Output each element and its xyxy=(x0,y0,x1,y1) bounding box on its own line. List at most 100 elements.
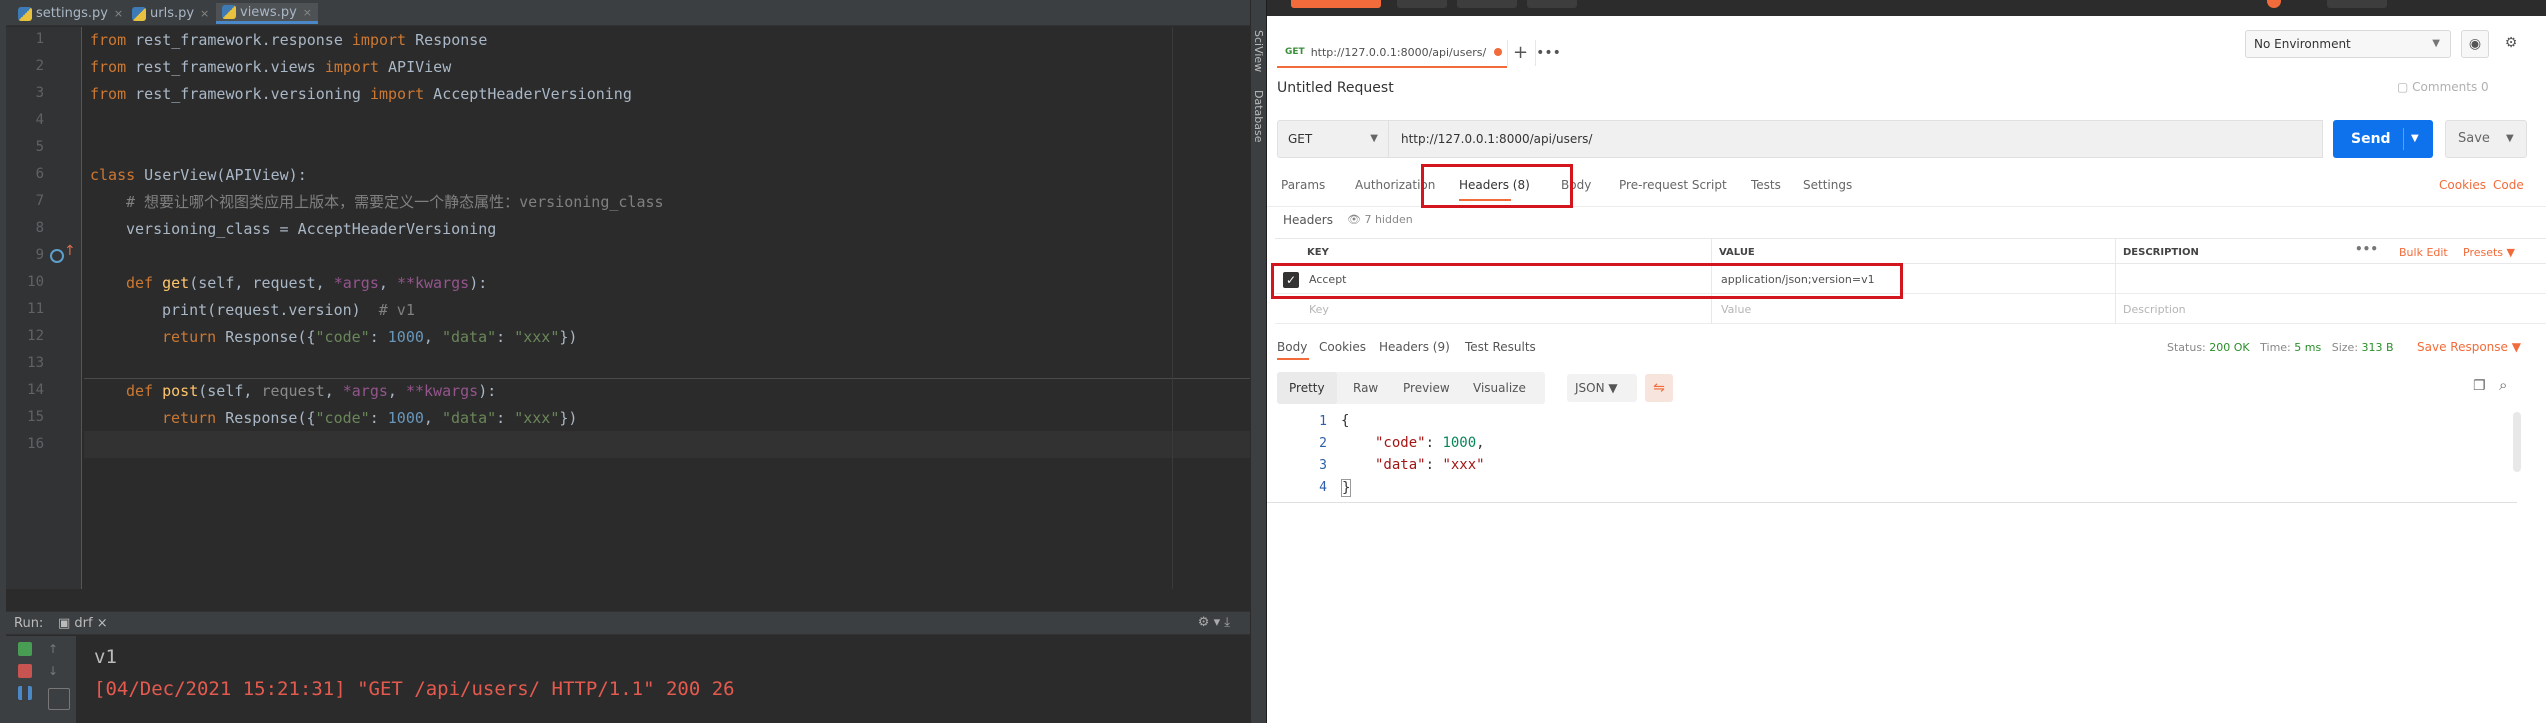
annotation-box-headers-tab xyxy=(1421,164,1573,208)
gear-icon[interactable]: ⚙ xyxy=(2497,30,2525,58)
runner-button[interactable] xyxy=(1457,0,1517,8)
open-new-button[interactable] xyxy=(1527,0,1577,8)
format-preview[interactable]: Preview xyxy=(1391,372,1462,404)
line-number: 5 xyxy=(35,139,44,155)
presets-dropdown[interactable]: Presets ▼ xyxy=(2463,246,2515,259)
request-tab-method: GET xyxy=(1285,47,1305,57)
comments-button[interactable]: ▢ Comments 0 xyxy=(2397,80,2489,94)
save-button[interactable]: Save ▼ xyxy=(2445,120,2527,158)
code-line-15: return Response({"code": 1000, "data": "… xyxy=(162,409,578,427)
file-tab-views[interactable]: views.py × xyxy=(216,3,319,24)
tab-tests[interactable]: Tests xyxy=(1751,178,1781,192)
response-tab-test-results[interactable]: Test Results xyxy=(1465,340,1536,354)
arrow-up-icon[interactable]: ↑ xyxy=(64,243,76,259)
arrow-up-icon[interactable]: ↑ xyxy=(48,642,62,656)
url-input[interactable]: http://127.0.0.1:8000/api/users/ xyxy=(1389,120,2323,158)
response-tab-cookies[interactable]: Cookies xyxy=(1319,340,1366,354)
console-line: [04/Dec/2021 15:21:31] "GET /api/users/ … xyxy=(94,678,735,700)
upgrade-button[interactable] xyxy=(2327,0,2387,8)
close-icon[interactable]: × xyxy=(303,6,312,19)
tab-settings[interactable]: Settings xyxy=(1803,178,1852,192)
status-badge: 200 OK xyxy=(2209,341,2250,354)
line-number: 3 xyxy=(35,85,44,101)
eye-icon: 👁 xyxy=(1347,213,1365,226)
code-line-7: # 想要让哪个视图类应用上版本，需要定义一个静态属性：versioning_cl… xyxy=(126,193,664,211)
line-number: 8 xyxy=(35,220,44,236)
body-line-number: 2 xyxy=(1319,436,1327,451)
response-tab-body[interactable]: Body xyxy=(1277,340,1307,354)
arrow-down-icon[interactable]: ↓ xyxy=(48,664,62,678)
wrap-lines-icon[interactable]: ⇋ xyxy=(1645,374,1673,402)
send-button[interactable]: Send ▼ xyxy=(2333,120,2433,158)
hidden-headers-toggle[interactable]: 👁 7 hidden xyxy=(1347,213,1413,226)
tab-params[interactable]: Params xyxy=(1281,178,1325,192)
code-line-1: from rest_framework.response import Resp… xyxy=(90,31,488,49)
save-response-dropdown[interactable]: Save Response ▼ xyxy=(2417,340,2521,354)
soft-wrap-icon[interactable] xyxy=(48,688,70,710)
environment-select[interactable]: No Environment ▼ xyxy=(2245,30,2451,58)
run-label: Run: xyxy=(14,616,44,631)
copy-icon[interactable]: ❐ xyxy=(2473,378,2486,394)
file-tab-urls[interactable]: urls.py × xyxy=(126,3,215,24)
new-button[interactable] xyxy=(1291,0,1381,8)
chevron-down-icon[interactable]: ▼ xyxy=(2411,120,2419,158)
code-line-11: print(request.version) # v1 xyxy=(162,301,415,319)
code-line-2: from rest_framework.views import APIView xyxy=(90,58,452,76)
code-line-12: return Response({"code": 1000, "data": "… xyxy=(162,328,578,346)
sciview-tool-button[interactable]: SciView xyxy=(1252,30,1265,72)
run-config-tab[interactable]: ▣ drf × xyxy=(58,616,108,631)
format-raw[interactable]: Raw xyxy=(1341,372,1390,404)
response-body[interactable]: 1 2 3 4 { "code": 1000, "data": "xxx" } xyxy=(1267,412,2546,503)
run-console-output[interactable]: v1 [04/Dec/2021 15:21:31] "GET /api/user… xyxy=(76,636,1250,723)
response-tab-headers[interactable]: Headers (9) xyxy=(1379,340,1450,354)
new-tab-button[interactable]: + xyxy=(1507,40,1533,66)
code-line-8: versioning_class = AcceptHeaderVersionin… xyxy=(126,220,497,238)
new-value-input[interactable]: Value xyxy=(1721,303,1751,316)
close-icon[interactable]: × xyxy=(97,616,108,631)
new-key-input[interactable]: Key xyxy=(1309,303,1329,316)
python-run-icon: ▣ xyxy=(58,616,75,631)
import-button[interactable] xyxy=(1397,0,1447,8)
rerun-icon[interactable] xyxy=(18,642,32,656)
eye-icon[interactable]: ◉ xyxy=(2461,30,2489,58)
code-link[interactable]: Code xyxy=(2493,178,2524,192)
search-icon[interactable]: ⌕ xyxy=(2499,376,2507,394)
format-pretty[interactable]: Pretty xyxy=(1277,372,1337,404)
settings-gear-icon[interactable]: ⚙ ▾ ⤓ xyxy=(1198,615,1230,630)
code-line-14: def post(self, request, *args, **kwargs)… xyxy=(126,382,497,400)
tab-pre-request-script[interactable]: Pre-request Script xyxy=(1619,178,1727,192)
avatar[interactable] xyxy=(2267,0,2281,8)
stop-icon[interactable] xyxy=(18,664,32,678)
line-number: 13 xyxy=(27,355,44,371)
line-number: 2 xyxy=(35,58,44,74)
format-visualize[interactable]: Visualize xyxy=(1461,372,1538,404)
scrollbar[interactable] xyxy=(2513,412,2521,472)
file-tab-settings[interactable]: settings.py × xyxy=(12,3,129,24)
pause-icon[interactable] xyxy=(18,686,32,700)
close-icon[interactable]: × xyxy=(114,7,123,20)
chevron-down-icon[interactable]: ▼ xyxy=(2506,121,2514,157)
json-brace: } xyxy=(1341,479,1352,497)
cookies-link[interactable]: Cookies xyxy=(2439,178,2486,192)
postman-header-bar xyxy=(1267,0,2546,16)
request-title[interactable]: Untitled Request xyxy=(1277,80,1394,96)
method-select[interactable]: GET ▼ xyxy=(1277,120,1389,158)
code-line-3: from rest_framework.versioning import Ac… xyxy=(90,85,632,103)
bulk-edit-link[interactable]: Bulk Edit xyxy=(2399,246,2448,259)
more-tabs-icon[interactable]: ••• xyxy=(1535,40,1561,66)
database-tool-button[interactable]: Database xyxy=(1252,90,1265,143)
file-tab-label: urls.py xyxy=(150,6,195,21)
request-tab[interactable]: GET http://127.0.0.1:8000/api/users/ xyxy=(1277,38,1507,68)
column-description: DESCRIPTION xyxy=(2123,247,2199,258)
language-select[interactable]: JSON ▼ xyxy=(1567,374,1637,402)
close-icon[interactable]: × xyxy=(200,7,209,20)
line-number: 6 xyxy=(35,166,44,182)
more-options-icon[interactable]: ••• xyxy=(2355,242,2378,256)
headers-label: Headers xyxy=(1283,213,1333,227)
line-number: 1 xyxy=(35,31,44,47)
override-marker-icon[interactable] xyxy=(50,249,64,263)
active-tab-indicator xyxy=(1277,358,1309,360)
divider xyxy=(1267,502,2517,503)
new-description-input[interactable]: Description xyxy=(2123,303,2186,316)
code-editor[interactable]: from rest_framework.response import Resp… xyxy=(84,27,1250,589)
